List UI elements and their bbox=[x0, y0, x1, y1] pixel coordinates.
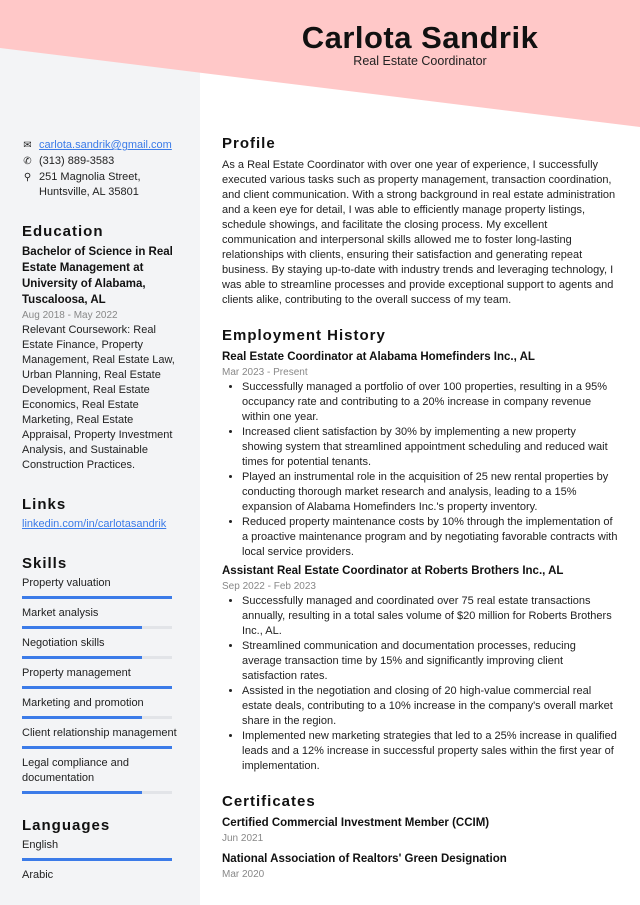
job-entry: Real Estate Coordinator at Alabama Homef… bbox=[222, 350, 618, 560]
skill-item: Marketing and promotion bbox=[22, 696, 182, 719]
bullet-item: Assisted in the negotiation and closing … bbox=[242, 684, 618, 729]
profile-text: As a Real Estate Coordinator with over o… bbox=[222, 159, 616, 306]
skill-level-fill bbox=[22, 716, 142, 719]
skill-level-bar bbox=[22, 686, 172, 689]
skill-item: Property valuation bbox=[22, 576, 182, 599]
skill-level-bar bbox=[22, 791, 172, 794]
language-item: Arabic bbox=[22, 868, 182, 883]
phone-icon: ✆ bbox=[23, 156, 32, 167]
skill-level-bar bbox=[22, 746, 172, 749]
contact-phone: ✆ (313) 889-3583 bbox=[22, 154, 182, 169]
bullet-item: Reduced property maintenance costs by 10… bbox=[242, 515, 618, 560]
linkedin-link[interactable]: linkedin.com/in/carlotasandrik bbox=[22, 518, 166, 530]
skill-level-bar bbox=[22, 626, 172, 629]
contact-address: ⚲ 251 Magnolia Street, Huntsville, AL 358… bbox=[22, 170, 182, 200]
bullet-item: Streamlined communication and documentat… bbox=[242, 639, 618, 684]
envelope-icon: ✉ bbox=[23, 140, 32, 151]
job-title: Assistant Real Estate Coordinator at Rob… bbox=[222, 565, 564, 577]
certificate-name: Certified Commercial Investment Member (… bbox=[222, 817, 490, 829]
links-heading: Links bbox=[22, 496, 67, 513]
certificate-item: Certified Commercial Investment Member (… bbox=[222, 816, 618, 846]
candidate-name: Carlota Sandrik bbox=[301, 20, 539, 55]
certificate-date: Mar 2020 bbox=[222, 869, 265, 880]
skill-name: Legal compliance and documentation bbox=[22, 757, 130, 784]
skill-level-fill bbox=[22, 858, 172, 861]
location-pin-icon: ⚲ bbox=[23, 172, 32, 183]
skill-level-fill bbox=[22, 791, 142, 794]
bullet-item: Implemented new marketing strategies tha… bbox=[242, 729, 618, 774]
bullet-item: Played an instrumental role in the acqui… bbox=[242, 470, 618, 515]
email-link[interactable]: carlota.sandrik@gmail.com bbox=[39, 138, 172, 153]
education-heading: Education bbox=[22, 223, 104, 240]
certificate-date: Jun 2021 bbox=[222, 833, 264, 844]
languages-heading: Languages bbox=[22, 817, 111, 834]
skill-name: Property valuation bbox=[22, 577, 111, 589]
job-title: Real Estate Coordinator bbox=[353, 54, 487, 68]
skill-level-bar bbox=[22, 858, 172, 861]
job-dates: Mar 2023 - Present bbox=[222, 367, 308, 378]
main-content: Profile As a Real Estate Coordinator wit… bbox=[222, 134, 618, 888]
employment-heading: Employment History bbox=[222, 327, 386, 344]
bullet-item: Successfully managed a portfolio of over… bbox=[242, 380, 618, 425]
skill-name: Negotiation skills bbox=[22, 637, 105, 649]
job-title: Real Estate Coordinator at Alabama Homef… bbox=[222, 351, 535, 363]
phone-text: (313) 889-3583 bbox=[39, 155, 115, 167]
job-bullets: Successfully managed and coordinated ove… bbox=[222, 594, 618, 774]
job-entry: Assistant Real Estate Coordinator at Rob… bbox=[222, 564, 618, 774]
skill-level-bar bbox=[22, 656, 172, 659]
skill-level-fill bbox=[22, 626, 142, 629]
skill-item: Property management bbox=[22, 666, 182, 689]
skill-item: Client relationship management bbox=[22, 726, 182, 749]
language-name: English bbox=[22, 839, 59, 851]
skill-item: Legal compliance and documentation bbox=[22, 756, 182, 794]
skill-level-fill bbox=[22, 596, 172, 599]
skill-name: Client relationship management bbox=[22, 727, 177, 739]
sidebar: ✉ carlota.sandrik@gmail.com ✆ (313) 889-35… bbox=[22, 138, 182, 890]
skill-level-fill bbox=[22, 686, 172, 689]
skill-name: Market analysis bbox=[22, 607, 99, 619]
skill-level-fill bbox=[22, 746, 172, 749]
skill-level-fill bbox=[22, 656, 142, 659]
job-dates: Sep 2022 - Feb 2023 bbox=[222, 581, 316, 592]
skill-item: Negotiation skills bbox=[22, 636, 182, 659]
contact-email: ✉ carlota.sandrik@gmail.com bbox=[22, 138, 182, 153]
education-degree: Bachelor of Science in Real Estate Manag… bbox=[22, 246, 173, 306]
bullet-item: Increased client satisfaction by 30% by … bbox=[242, 425, 618, 470]
skill-level-bar bbox=[22, 716, 172, 719]
certificate-item: National Association of Realtors' Green … bbox=[222, 852, 618, 882]
certificate-name: National Association of Realtors' Green … bbox=[222, 853, 507, 865]
address-text: 251 Magnolia Street, Huntsville, AL 3580… bbox=[39, 171, 141, 198]
certificates-heading: Certificates bbox=[222, 793, 316, 810]
bullet-item: Successfully managed and coordinated ove… bbox=[242, 594, 618, 639]
language-item: English bbox=[22, 838, 182, 861]
job-bullets: Successfully managed a portfolio of over… bbox=[222, 380, 618, 560]
profile-heading: Profile bbox=[222, 135, 276, 152]
skill-item: Market analysis bbox=[22, 606, 182, 629]
skill-level-bar bbox=[22, 596, 172, 599]
skill-name: Marketing and promotion bbox=[22, 697, 144, 709]
education-coursework: Relevant Coursework: Real Estate Finance… bbox=[22, 324, 175, 471]
education-dates: Aug 2018 - May 2022 bbox=[22, 310, 118, 321]
skills-heading: Skills bbox=[22, 555, 68, 572]
skill-name: Property management bbox=[22, 667, 131, 679]
language-name: Arabic bbox=[22, 869, 54, 881]
